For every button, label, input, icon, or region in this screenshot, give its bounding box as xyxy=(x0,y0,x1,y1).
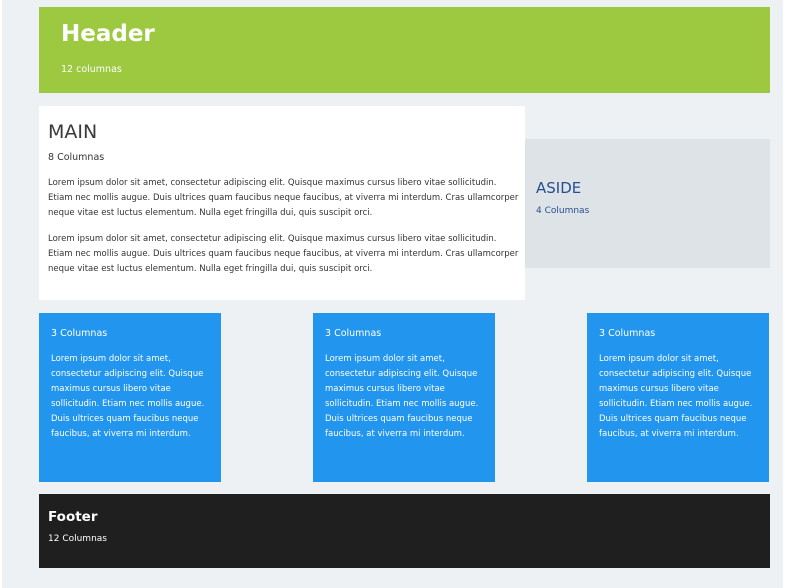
aside-title: ASIDE xyxy=(536,179,582,197)
card-title: 3 Columnas xyxy=(51,328,108,339)
header-subtitle: 12 columnas xyxy=(61,64,122,75)
main-paragraph: Lorem ipsum dolor sit amet, consectetur … xyxy=(48,234,519,274)
main-paragraph: Lorem ipsum dolor sit amet, consectetur … xyxy=(48,178,519,218)
main-section: MAIN 8 Columnas Lorem ipsum dolor sit am… xyxy=(39,106,525,300)
footer-section: Footer 12 Columnas xyxy=(39,494,770,568)
column-card-3: 3 Columnas Lorem ipsum dolor sit amet, c… xyxy=(587,313,769,482)
card-text: Lorem ipsum dolor sit amet, consectetur … xyxy=(51,354,205,439)
card-text: Lorem ipsum dolor sit amet, consectetur … xyxy=(325,354,479,439)
main-title: MAIN xyxy=(48,121,98,143)
card-text: Lorem ipsum dolor sit amet, consectetur … xyxy=(599,354,753,439)
header-section: Header 12 columnas xyxy=(39,7,770,93)
aside-subtitle: 4 Columnas xyxy=(536,206,590,216)
card-title: 3 Columnas xyxy=(599,328,656,339)
footer-subtitle: 12 Columnas xyxy=(48,534,107,544)
column-card-1: 3 Columnas Lorem ipsum dolor sit amet, c… xyxy=(39,313,221,482)
header-title: Header xyxy=(61,21,155,47)
column-card-2: 3 Columnas Lorem ipsum dolor sit amet, c… xyxy=(313,313,495,482)
main-subtitle: 8 Columnas xyxy=(48,152,105,163)
aside-section: ASIDE 4 Columnas xyxy=(525,139,770,268)
footer-title: Footer xyxy=(48,509,98,525)
card-title: 3 Columnas xyxy=(325,328,382,339)
page: Header 12 columnas MAIN 8 Columnas Lorem… xyxy=(2,0,783,588)
